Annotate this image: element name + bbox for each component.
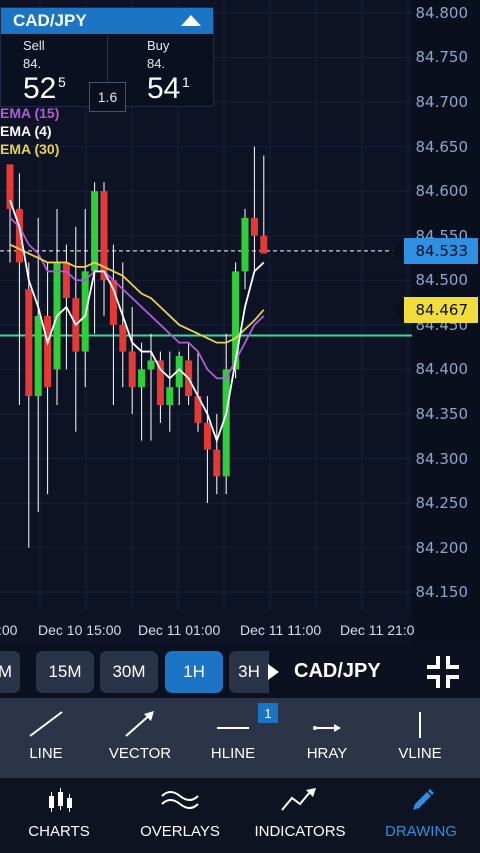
- price-axis-label: 84.250: [415, 494, 469, 513]
- tool-vline-label: VLINE: [398, 745, 442, 762]
- sell-price-pip: 5: [58, 74, 66, 90]
- time-axis-label: Dec 11 11:00: [240, 622, 322, 638]
- timeframe-3h-label: 3H: [238, 662, 260, 681]
- tool-line-label: LINE: [29, 745, 63, 762]
- price-axis-label: 84.400: [415, 360, 469, 379]
- buy-price-pip: 1: [182, 74, 190, 90]
- vline-tool-icon: [419, 712, 421, 738]
- nav-drawing-label: DRAWING: [385, 823, 457, 840]
- timeframe-3h[interactable]: 3H: [229, 651, 269, 693]
- price-axis-label: 84.200: [415, 538, 469, 557]
- price-axis-label: 84.300: [415, 449, 469, 468]
- collapse-arrow-icon[interactable]: [181, 15, 201, 26]
- quote-panel[interactable]: CAD/JPY Sell 84. 52 5 Buy 84. 54 1 1.6: [0, 7, 214, 112]
- vector-tool-icon: [125, 711, 154, 737]
- nav-indicators-label: INDICATORS: [254, 823, 346, 840]
- nav-drawing[interactable]: DRAWING: [375, 778, 467, 853]
- candle-body: [241, 217, 249, 272]
- buy-button[interactable]: Buy 84. 54 1: [125, 36, 230, 106]
- candle-body: [147, 360, 155, 370]
- timeframe-prev-label: M: [0, 662, 13, 681]
- ema4-legend[interactable]: EMA (4): [0, 123, 52, 139]
- sell-price-prefix: 84.: [23, 56, 42, 71]
- price-axis-label: 84.150: [415, 583, 469, 602]
- price-axis-label: 84.750: [415, 48, 469, 67]
- price-axis-label: 84.650: [415, 137, 469, 156]
- scroll-right-icon[interactable]: [266, 663, 280, 681]
- candle-body: [203, 422, 211, 450]
- timeframe-1h[interactable]: 1H: [165, 651, 223, 693]
- tool-hline-label: HLINE: [210, 745, 256, 762]
- candle-body: [166, 387, 174, 406]
- candlestick-icon: [49, 788, 72, 812]
- timeframe-30m-label: 30M: [112, 662, 146, 681]
- buy-price-prefix: 84.: [147, 56, 166, 71]
- quote-header[interactable]: CAD/JPY: [1, 8, 213, 34]
- time-axis-label: Dec 11 01:00: [138, 622, 221, 638]
- sell-price-main: 52: [23, 72, 57, 105]
- nav-charts[interactable]: CHARTS: [15, 778, 103, 853]
- candle-body: [128, 351, 136, 388]
- nav-charts-label: CHARTS: [28, 823, 90, 840]
- tool-vector-label: VECTOR: [108, 745, 172, 762]
- current-price-tag: 84.533: [392, 237, 478, 264]
- nav-overlays-label: OVERLAYS: [140, 823, 220, 840]
- candle-body: [34, 315, 42, 397]
- timeframe-15m[interactable]: 15M: [36, 651, 94, 693]
- candle-body: [81, 271, 89, 352]
- candle-body: [109, 280, 117, 325]
- spread-value: 1.6: [89, 82, 126, 112]
- hray-tool-icon: [313, 724, 341, 732]
- candle-body: [156, 360, 164, 406]
- ema15-legend[interactable]: EMA (15): [0, 105, 59, 121]
- tool-vector-button[interactable]: VECTOR: [95, 698, 185, 778]
- ema30-price-tag: 84.467: [392, 296, 478, 323]
- timeframe-prev[interactable]: M: [0, 651, 20, 693]
- tool-vline-button[interactable]: VLINE: [375, 698, 465, 778]
- candle-body: [44, 315, 52, 388]
- price-axis-label: 84.500: [415, 271, 469, 290]
- hline-count-badge: 1: [258, 703, 278, 723]
- candle-body: [62, 262, 70, 299]
- tool-hray-label: HRAY: [306, 745, 348, 762]
- candle-body: [213, 449, 221, 477]
- pencil-icon: [413, 789, 434, 810]
- hline-tool-icon: [217, 727, 249, 729]
- time-axis-label: :00: [0, 622, 18, 638]
- chart-symbol[interactable]: CAD/JPY: [294, 660, 381, 683]
- tool-line-button[interactable]: LINE: [1, 698, 91, 778]
- price-axis-label: 84.700: [415, 93, 469, 112]
- tool-hray-button[interactable]: HRAY: [282, 698, 372, 778]
- nav-indicators[interactable]: INDICATORS: [250, 778, 350, 853]
- timeframe-1h-label: 1H: [183, 662, 205, 681]
- candle-body: [260, 235, 268, 254]
- candle-body: [138, 369, 146, 388]
- candle-body: [250, 217, 258, 236]
- timeframe-30m[interactable]: 30M: [100, 651, 158, 693]
- line-tool-icon: [29, 711, 63, 737]
- time-axis-label: Dec 10 15:00: [38, 622, 122, 638]
- price-axis-label: 84.350: [415, 404, 469, 423]
- buy-label: Buy: [147, 38, 170, 53]
- candle-body: [25, 289, 33, 397]
- candle-body: [119, 324, 127, 352]
- indicators-trend-icon: [281, 788, 316, 811]
- nav-overlays[interactable]: OVERLAYS: [135, 778, 225, 853]
- overlays-wave-icon: [161, 791, 199, 809]
- sell-label: Sell: [23, 38, 45, 53]
- time-axis-label: Dec 11 21:0: [340, 622, 415, 638]
- price-axis-label: 84.800: [415, 3, 469, 22]
- price-axis-label: 84.600: [415, 182, 469, 201]
- buy-price-main: 54: [147, 72, 181, 105]
- quote-symbol: CAD/JPY: [13, 11, 87, 30]
- ema30-legend[interactable]: EMA (30): [0, 141, 59, 157]
- fullscreen-collapse-icon[interactable]: [427, 656, 459, 688]
- timeframe-15m-label: 15M: [48, 662, 82, 681]
- candle-body: [91, 191, 99, 272]
